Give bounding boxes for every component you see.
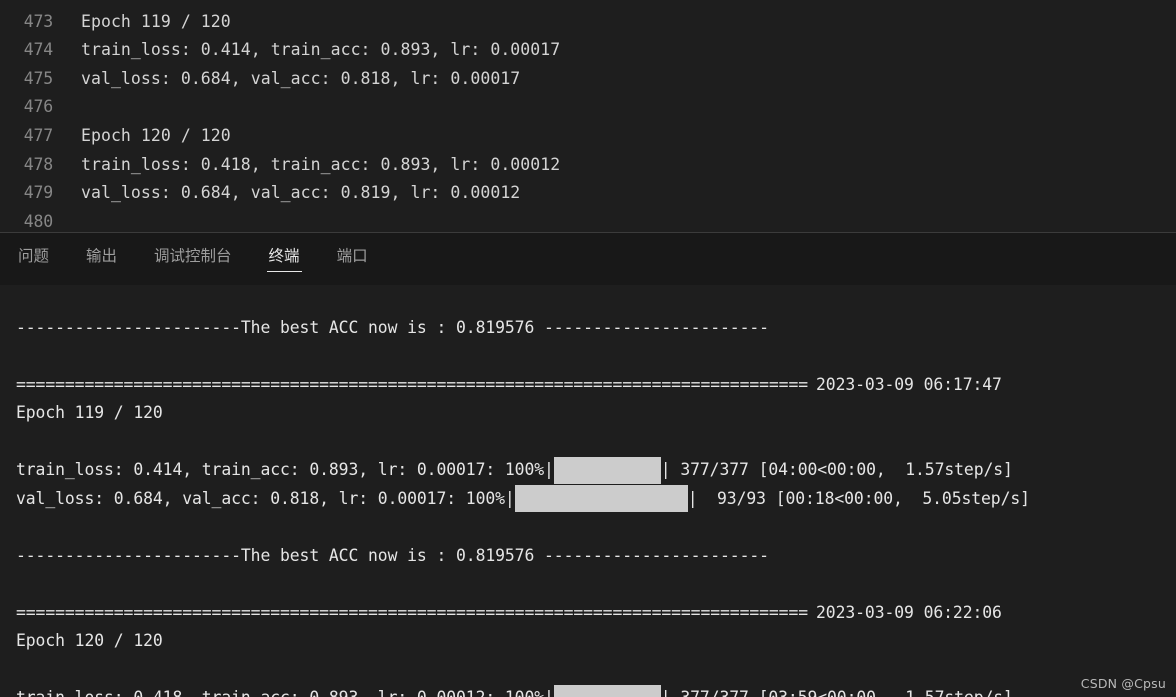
epoch-line: Epoch 119 / 120 [16,403,163,422]
panel-tab-3[interactable]: 终端 [266,233,302,277]
terminal-separator-row: ========================================… [16,599,1176,628]
editor-code-area[interactable]: 472 473 Epoch 119 / 120 474 train_loss: 0.41… [0,0,1176,232]
line-number: 472 [0,0,62,8]
terminal-blank-row [16,428,1176,457]
progress-bar-row-train: train_loss: 0.414, train_acc: 0.893, lr:… [16,456,1176,485]
editor-line: 480 [0,208,1176,232]
editor-line: 476 [0,93,1176,122]
train-progress-fill [553,684,661,697]
panel-tab-0[interactable]: 问题 [16,233,51,277]
line-number: 478 [23,154,53,174]
csdn-watermark: CSDN @Cpsu [1080,676,1166,691]
terminal-blank-row [16,570,1176,599]
line-number: 477 [23,125,53,145]
epoch-line: Epoch 120 / 120 [16,631,163,650]
terminal-blank-row [16,285,1176,314]
terminal-blank-row [16,656,1176,685]
terminal-blank-row [16,342,1176,371]
val-progress-label: val_loss: 0.684, val_acc: 0.818, lr: 0.0… [16,488,515,508]
train-progress-label: train_loss: 0.414, train_acc: 0.893, lr:… [16,460,554,479]
panel-tab-4[interactable]: 端口 [335,233,370,277]
editor-pane[interactable]: 472 473 Epoch 119 / 120 474 train_loss: 0.41… [0,0,1176,233]
editor-line: 474 train_loss: 0.414, train_acc: 0.893, … [0,36,1176,65]
panel-tab-2[interactable]: 调试控制台 [152,233,234,277]
line-content: val_loss: 0.684, val_acc: 0.818, lr: 0.0… [81,68,521,88]
val-progress-fill [514,485,688,513]
editor-line: 478 train_loss: 0.418, train_acc: 0.893, … [0,151,1176,180]
progress-bar-row-val: val_loss: 0.684, val_acc: 0.818, lr: 0.0… [16,485,1176,514]
line-number: 474 [23,40,53,60]
separator-rule: ========================================… [16,374,809,394]
line-number: 476 [23,97,53,117]
timestamp: 2023-03-09 06:22:06 [816,602,1002,622]
line-content: val_loss: 0.684, val_acc: 0.819, lr: 0.0… [81,183,521,203]
editor-line: 473 Epoch 119 / 120 [0,8,1176,37]
editor-line: 477 Epoch 120 / 120 [0,122,1176,151]
terminal-blank-row [16,513,1176,542]
train-progress-stats: | 377/377 [03:59<00:00, 1.57step/s] [661,684,1013,697]
line-number: 475 [23,68,53,88]
train-progress-stats: | 377/377 [04:00<00:00, 1.57step/s] [660,460,1013,479]
editor-line: 475 val_loss: 0.684, val_acc: 0.818, lr: … [0,65,1176,94]
val-progress-stats: | 93/93 [00:18<00:00, 5.05step/s] [687,488,1030,508]
panel-tab-bar: 问题 输出 调试控制台 终端 端口 [0,233,1176,285]
line-content: Epoch 120 / 120 [81,125,231,145]
line-number: 479 [23,183,53,203]
train-progress-label: train_loss: 0.418, train_acc: 0.893, lr:… [16,684,554,697]
best-acc-line: -----------------------The best ACC now … [16,317,769,337]
line-number: 473 [23,11,53,31]
progress-bar-row-train: train_loss: 0.418, train_acc: 0.893, lr:… [16,684,1176,697]
line-number: 480 [23,211,53,231]
editor-line: 479 val_loss: 0.684, val_acc: 0.819, lr: … [0,179,1176,208]
line-content: Epoch 119 / 120 [81,11,231,31]
separator-rule: ========================================… [16,602,809,622]
terminal-output[interactable]: -----------------------The best ACC now … [0,285,1176,697]
timestamp: 2023-03-09 06:17:47 [816,374,1002,394]
terminal-scrollback: -----------------------The best ACC now … [16,285,1176,697]
line-content: train_loss: 0.418, train_acc: 0.893, lr:… [81,154,561,174]
panel-tab-1[interactable]: 输出 [84,233,119,277]
editor-line: 472 [0,0,1176,8]
best-acc-line: -----------------------The best ACC now … [16,545,769,565]
terminal-separator-row: ========================================… [16,371,1176,400]
train-progress-fill [553,456,661,484]
line-content: train_loss: 0.414, train_acc: 0.893, lr:… [81,40,561,60]
